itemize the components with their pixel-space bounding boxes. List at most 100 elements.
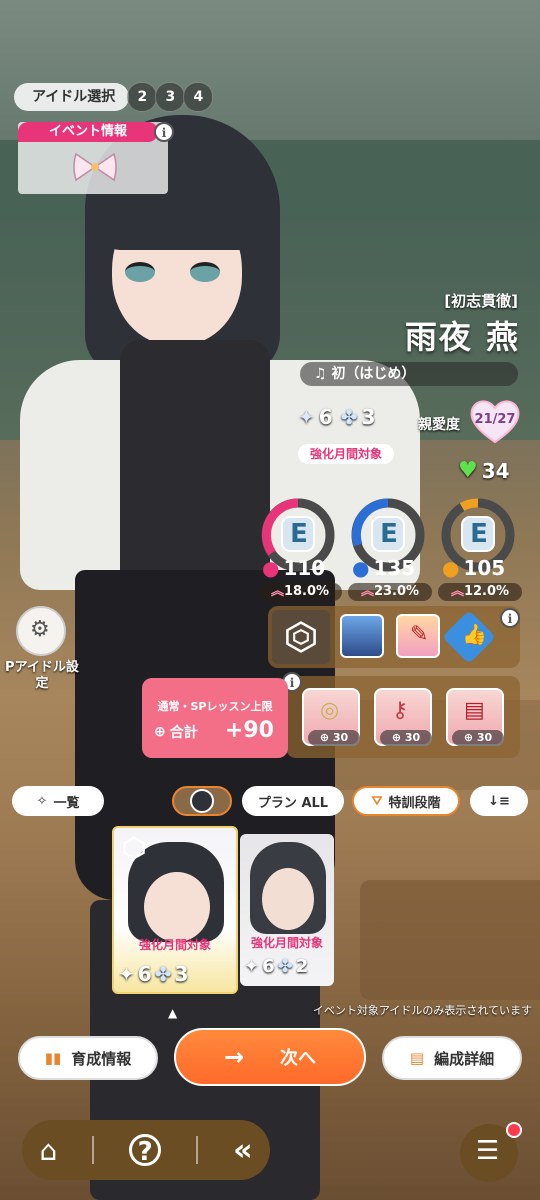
training-info-button[interactable]: ▮▮ 育成情報 bbox=[18, 1036, 158, 1080]
lesson-plus-icon: ⊕ bbox=[154, 724, 166, 740]
thumbs-up-icon: 👍 bbox=[462, 622, 487, 646]
card-ranks: ✦ 6 ✤ 3 bbox=[118, 962, 189, 986]
sort-icon: ↓≡ bbox=[488, 793, 510, 809]
character-eye-right bbox=[190, 262, 220, 282]
dance-grade: E bbox=[380, 519, 398, 549]
rank-row: ✦ 6 ✤ 3 bbox=[298, 405, 375, 429]
book-item[interactable]: ▤ ⊕ 30 bbox=[446, 688, 504, 746]
event-info-icon[interactable]: i bbox=[154, 122, 174, 142]
character-eye-left bbox=[125, 262, 155, 282]
notification-dot bbox=[506, 1122, 522, 1138]
mirror-icon: ◎ bbox=[320, 698, 340, 723]
visual-gauge: E ● 105 ︽12.0% bbox=[438, 495, 522, 601]
card-boost-tag: 強化月間対象 bbox=[138, 938, 211, 952]
sparkle-icon: ✦ bbox=[298, 405, 315, 429]
green-heart-icon: ♥ bbox=[458, 458, 478, 483]
visual-grade: E bbox=[470, 519, 488, 549]
training-info-label: 育成情報 bbox=[71, 1049, 132, 1068]
mirror-item[interactable]: ◎ ⊕ 30 bbox=[302, 688, 360, 746]
home-icon[interactable]: ⌂ bbox=[39, 1134, 57, 1167]
ribbon-key-count: ⊕ 30 bbox=[380, 730, 432, 746]
character-vest bbox=[120, 340, 270, 600]
card2-sparkle-icon: ✦ bbox=[244, 956, 260, 977]
p-idol-settings-button[interactable]: ⚙ bbox=[16, 606, 66, 656]
person-sparkle-icon: ✧ bbox=[36, 793, 48, 809]
brush-icon: ✎ bbox=[410, 622, 429, 647]
ribbon-icon bbox=[73, 152, 117, 182]
next-label: 次へ bbox=[280, 1048, 317, 1069]
support-card-1[interactable] bbox=[340, 614, 384, 658]
nav-divider bbox=[92, 1136, 95, 1164]
memory-cube-icon bbox=[286, 621, 316, 653]
rank-a-value: 6 bbox=[318, 405, 333, 429]
lesson-sum-value: +90 bbox=[224, 718, 274, 743]
list-view-button[interactable]: ✧ 一覧 bbox=[12, 786, 104, 816]
training-stage-button[interactable]: ⛛ 特訓段階 bbox=[352, 786, 460, 816]
formation-detail-button[interactable]: ▤ 編成詳細 bbox=[382, 1036, 522, 1080]
filter-icon: ⛛ bbox=[371, 793, 383, 809]
music-note-icon: ♫ bbox=[314, 366, 332, 382]
dance-icon: ● bbox=[352, 556, 370, 580]
p-idol-settings-label: Pアイドル設定 bbox=[5, 660, 79, 691]
mirror-count: ⊕ 30 bbox=[308, 730, 360, 746]
formation-detail-label: 編成詳細 bbox=[434, 1049, 495, 1068]
vocal-value: 110 bbox=[283, 556, 326, 580]
card2-ranks: ✦ 6 ✤ 2 bbox=[244, 956, 309, 977]
page-2-button[interactable]: 2 bbox=[127, 82, 158, 112]
ribbon-key-icon: ⚷ bbox=[392, 698, 409, 723]
song-title-text: 初（はじめ） bbox=[331, 366, 416, 382]
sort-button[interactable]: ↓≡ bbox=[470, 786, 528, 816]
affection-value: 21/27 bbox=[474, 412, 516, 427]
plan-filter-button[interactable]: プラン ALL bbox=[242, 786, 344, 816]
card2-boost-tag: 強化月間対象 bbox=[250, 936, 323, 950]
vocal-icon: ● bbox=[262, 556, 280, 580]
card-clover-icon: ✤ bbox=[154, 962, 172, 986]
event-filter-notice: イベント対象アイドルのみ表示されています bbox=[312, 1004, 532, 1017]
lesson-limit-card: 通常・SPレッスン上限 ⊕ 合計 +90 bbox=[142, 678, 288, 758]
card2-portrait-face bbox=[262, 868, 314, 930]
page-3-button[interactable]: 3 bbox=[155, 82, 186, 112]
dance-value: 135 bbox=[373, 556, 416, 580]
boost-tag: 強化月間対象 bbox=[298, 444, 394, 464]
idol-epithet: [初志貫徹] bbox=[444, 292, 518, 310]
stamina: ♥ 34 bbox=[458, 458, 510, 483]
idol-select-bar: アイドル選択 2 3 4 bbox=[14, 82, 214, 112]
visual-percent: ︽12.0% bbox=[438, 583, 522, 601]
support-card-2[interactable]: ✎ bbox=[396, 614, 440, 658]
affection-label: 親愛度 bbox=[418, 417, 460, 433]
clover-icon: ✤ bbox=[340, 405, 358, 429]
ribbon-key-item[interactable]: ⚷ ⊕ 30 bbox=[374, 688, 432, 746]
selected-indicator-icon: ▲ bbox=[168, 1006, 178, 1020]
memory-slot[interactable] bbox=[272, 610, 330, 664]
back-icon[interactable]: « bbox=[233, 1133, 252, 1168]
idol-card-selected[interactable]: 強化月間対象 ✦ 6 ✤ 3 bbox=[112, 826, 238, 994]
book-count: ⊕ 30 bbox=[452, 730, 504, 746]
character-avatar-icon bbox=[190, 789, 214, 813]
document-icon: ▤ bbox=[409, 1049, 425, 1067]
next-button[interactable]: → 次へ bbox=[174, 1028, 366, 1086]
help-icon[interactable]: ? bbox=[129, 1134, 162, 1167]
vocal-grade: E bbox=[290, 519, 308, 549]
card2-clover-icon: ✤ bbox=[277, 956, 293, 977]
rank-b-value: 3 bbox=[361, 405, 376, 429]
character-filter-button[interactable] bbox=[172, 786, 232, 816]
dance-gauge: E ● 135 ︽23.0% bbox=[348, 495, 432, 601]
support-panel: ✎ 👍 i bbox=[268, 606, 520, 668]
bottom-nav: ⌂ ? « bbox=[22, 1120, 270, 1180]
event-info-panel[interactable]: イベント情報 i bbox=[18, 122, 174, 194]
idol-select-button[interactable]: アイドル選択 bbox=[14, 83, 130, 111]
visual-icon: ● bbox=[442, 556, 460, 580]
lesson-sum-label: 合計 bbox=[169, 725, 198, 741]
arrow-right-icon: → bbox=[223, 1043, 245, 1071]
bar-chart-icon: ▮▮ bbox=[44, 1049, 62, 1067]
page-4-button[interactable]: 4 bbox=[183, 82, 214, 112]
hamburger-icon: ☰ bbox=[476, 1136, 500, 1166]
book-icon: ▤ bbox=[464, 698, 485, 723]
support-info-icon[interactable]: i bbox=[500, 608, 520, 628]
visual-value: 105 bbox=[463, 556, 506, 580]
idol-card-2[interactable]: 強化月間対象 ✦ 6 ✤ 2 bbox=[240, 834, 334, 986]
vocal-percent: ︽18.0% bbox=[258, 583, 342, 601]
nav-divider-2 bbox=[196, 1136, 199, 1164]
card-sparkle-icon: ✦ bbox=[118, 962, 135, 986]
idol-name: 雨夜 燕 bbox=[404, 318, 520, 356]
